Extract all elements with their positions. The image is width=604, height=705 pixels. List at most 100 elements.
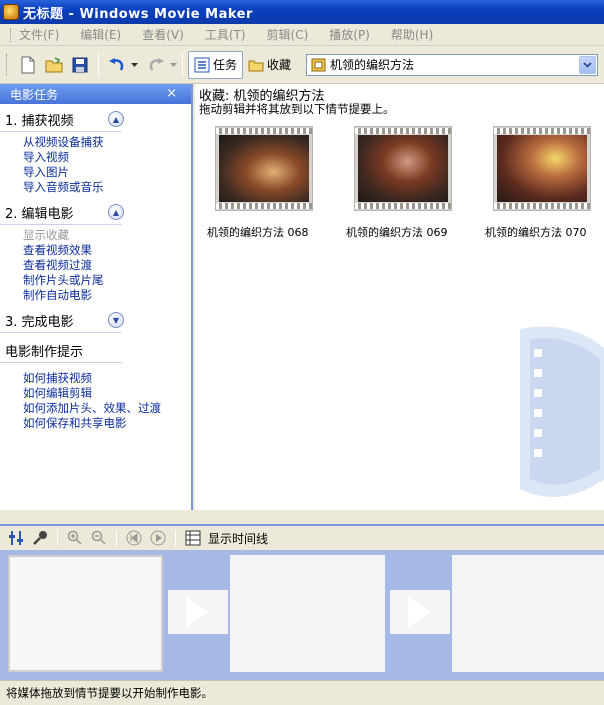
link-how-add-titles-effects[interactable]: 如何添加片头、效果、过渡 — [23, 401, 191, 416]
menu-tools[interactable]: 工具(T) — [205, 26, 246, 43]
play-icon — [150, 530, 166, 546]
collection-film-icon — [311, 58, 326, 71]
collection-hint: 拖动剪辑并将其放到以下情节提要上。 — [199, 102, 395, 116]
menu-file[interactable]: 文件(F) — [19, 26, 59, 43]
collections-button[interactable]: 收藏 — [243, 51, 296, 79]
toolbar-grip — [6, 53, 9, 76]
film-perforation — [494, 203, 590, 209]
link-view-video-effects[interactable]: 查看视频效果 — [23, 243, 191, 258]
link-how-edit-clips[interactable]: 如何编辑剪辑 — [23, 386, 191, 401]
link-view-video-transitions[interactable]: 查看视频过渡 — [23, 258, 191, 273]
redo-dropdown-button[interactable] — [169, 55, 177, 75]
save-disk-icon — [72, 57, 88, 72]
audio-levels-icon — [9, 531, 23, 545]
movie-tasks-header: 电影任务 × — [0, 84, 191, 104]
menu-clip[interactable]: 剪辑(C) — [267, 26, 309, 43]
film-perforation — [494, 128, 590, 134]
show-timeline-button[interactable]: 显示时间线 — [208, 530, 268, 547]
open-project-button[interactable] — [44, 55, 64, 75]
section-movie-tips[interactable]: 电影制作提示 — [0, 339, 122, 363]
save-project-button[interactable] — [70, 55, 90, 75]
new-project-button[interactable] — [18, 55, 38, 75]
storyboard-slot[interactable] — [230, 555, 385, 672]
chevron-down-icon — [583, 61, 592, 68]
undo-dropdown-button[interactable] — [130, 55, 138, 75]
section-title: 2. 编辑电影 — [5, 207, 74, 222]
close-pane-button[interactable]: × — [166, 86, 177, 101]
rewind-storyboard-button[interactable] — [125, 529, 143, 547]
collection-dropdown-value: 机领的编织方法 — [330, 58, 415, 72]
rewind-icon — [126, 530, 142, 546]
movie-maker-app-icon — [3, 4, 19, 20]
clip-thumbnail[interactable] — [493, 126, 591, 211]
toolbar-separator — [98, 52, 99, 77]
clip-item[interactable]: 机领的编织方法 068 — [207, 126, 313, 239]
collection-dropdown-arrow[interactable] — [579, 55, 597, 74]
zoom-in-icon — [67, 530, 82, 545]
clip-item[interactable]: 机领的编织方法 070 — [485, 126, 591, 239]
tasks-list-icon — [194, 57, 210, 72]
play-storyboard-button[interactable] — [149, 529, 167, 547]
menu-bar: 文件(F) 编辑(E) 查看(V) 工具(T) 剪辑(C) 播放(P) 帮助(H… — [0, 24, 604, 46]
menu-view[interactable]: 查看(V) — [142, 26, 184, 43]
link-import-pictures[interactable]: 导入图片 — [23, 165, 191, 180]
menu-edit[interactable]: 编辑(E) — [80, 26, 121, 43]
film-perforation — [216, 203, 312, 209]
narrate-button[interactable] — [31, 529, 49, 547]
section-title: 电影制作提示 — [5, 345, 84, 360]
link-import-video[interactable]: 导入视频 — [23, 150, 191, 165]
toolbar: 任务 收藏 机领的编织方法 — [0, 46, 604, 84]
undo-icon — [109, 57, 124, 71]
link-import-audio[interactable]: 导入音频或音乐 — [23, 180, 191, 195]
film-perforation — [216, 128, 312, 134]
clip-frame-image — [358, 135, 448, 202]
chevron-up-icon[interactable]: ▲ — [108, 111, 124, 127]
section-capture-video[interactable]: 1. 捕获视频 ▲ — [0, 108, 124, 132]
tasks-button[interactable]: 任务 — [188, 50, 244, 79]
undo-button[interactable] — [107, 55, 127, 75]
zoom-in-button[interactable] — [66, 529, 84, 547]
toolbar-separator — [182, 52, 183, 77]
link-capture-from-device[interactable]: 从视频设备捕获 — [23, 135, 191, 150]
storyboard-slot[interactable] — [8, 555, 163, 672]
toolbar-separator — [175, 530, 176, 546]
window-title: 无标题 - Windows Movie Maker — [23, 6, 253, 22]
clip-item[interactable]: 机领的编织方法 069 — [346, 126, 452, 239]
film-perforation — [355, 203, 451, 209]
collections-folder-icon — [248, 60, 264, 71]
clip-thumbnail[interactable] — [215, 126, 313, 211]
redo-button[interactable] — [146, 55, 166, 75]
section-capture-video-links: 从视频设备捕获 导入视频 导入图片 导入音频或音乐 — [0, 132, 191, 197]
clip-caption: 机领的编织方法 070 — [485, 226, 587, 239]
clip-caption: 机领的编织方法 068 — [207, 226, 309, 239]
collection-content-pane: 收藏: 机领的编织方法 拖动剪辑并将其放到以下情节提要上。 机领的编织方法 06… — [195, 84, 604, 510]
link-make-automovie[interactable]: 制作自动电影 — [23, 288, 191, 303]
link-how-save-share[interactable]: 如何保存和共享电影 — [23, 416, 191, 431]
transition-slot[interactable] — [168, 590, 228, 634]
link-show-collections: 显示收藏 — [23, 228, 69, 242]
chevron-up-icon[interactable]: ▲ — [108, 204, 124, 220]
menu-play[interactable]: 播放(P) — [329, 26, 370, 43]
movie-tasks-pane: 电影任务 × 1. 捕获视频 ▲ 从视频设备捕获 导入视频 导入图片 导入音频或… — [0, 84, 193, 510]
section-finish-movie[interactable]: 3. 完成电影 ▼ — [0, 309, 124, 333]
chevron-down-icon[interactable]: ▼ — [108, 312, 124, 328]
film-perforation — [355, 128, 451, 134]
section-movie-tips-links: 如何捕获视频 如何编辑剪辑 如何添加片头、效果、过渡 如何保存和共享电影 — [0, 363, 191, 433]
new-file-icon — [21, 56, 35, 73]
collection-dropdown[interactable]: 机领的编织方法 — [306, 53, 599, 76]
link-how-capture-video[interactable]: 如何捕获视频 — [23, 371, 191, 386]
link-make-titles-credits[interactable]: 制作片头或片尾 — [23, 273, 191, 288]
transition-slot[interactable] — [390, 590, 450, 634]
clip-thumbnail[interactable] — [354, 126, 452, 211]
toolbar-separator — [57, 530, 58, 546]
timeline-icon — [185, 530, 201, 546]
section-edit-movie[interactable]: 2. 编辑电影 ▲ — [0, 201, 124, 225]
status-bar: 将媒体拖放到情节提要以开始制作电影。 — [0, 680, 604, 705]
storyboard-slot[interactable] — [452, 555, 604, 672]
redo-icon — [149, 57, 164, 71]
menu-help[interactable]: 帮助(H) — [391, 26, 433, 43]
show-timeline-icon-button[interactable] — [184, 529, 202, 547]
set-audio-levels-button[interactable] — [7, 529, 25, 547]
zoom-out-button[interactable] — [90, 529, 108, 547]
storyboard-toolbar: 显示时间线 — [0, 524, 604, 550]
